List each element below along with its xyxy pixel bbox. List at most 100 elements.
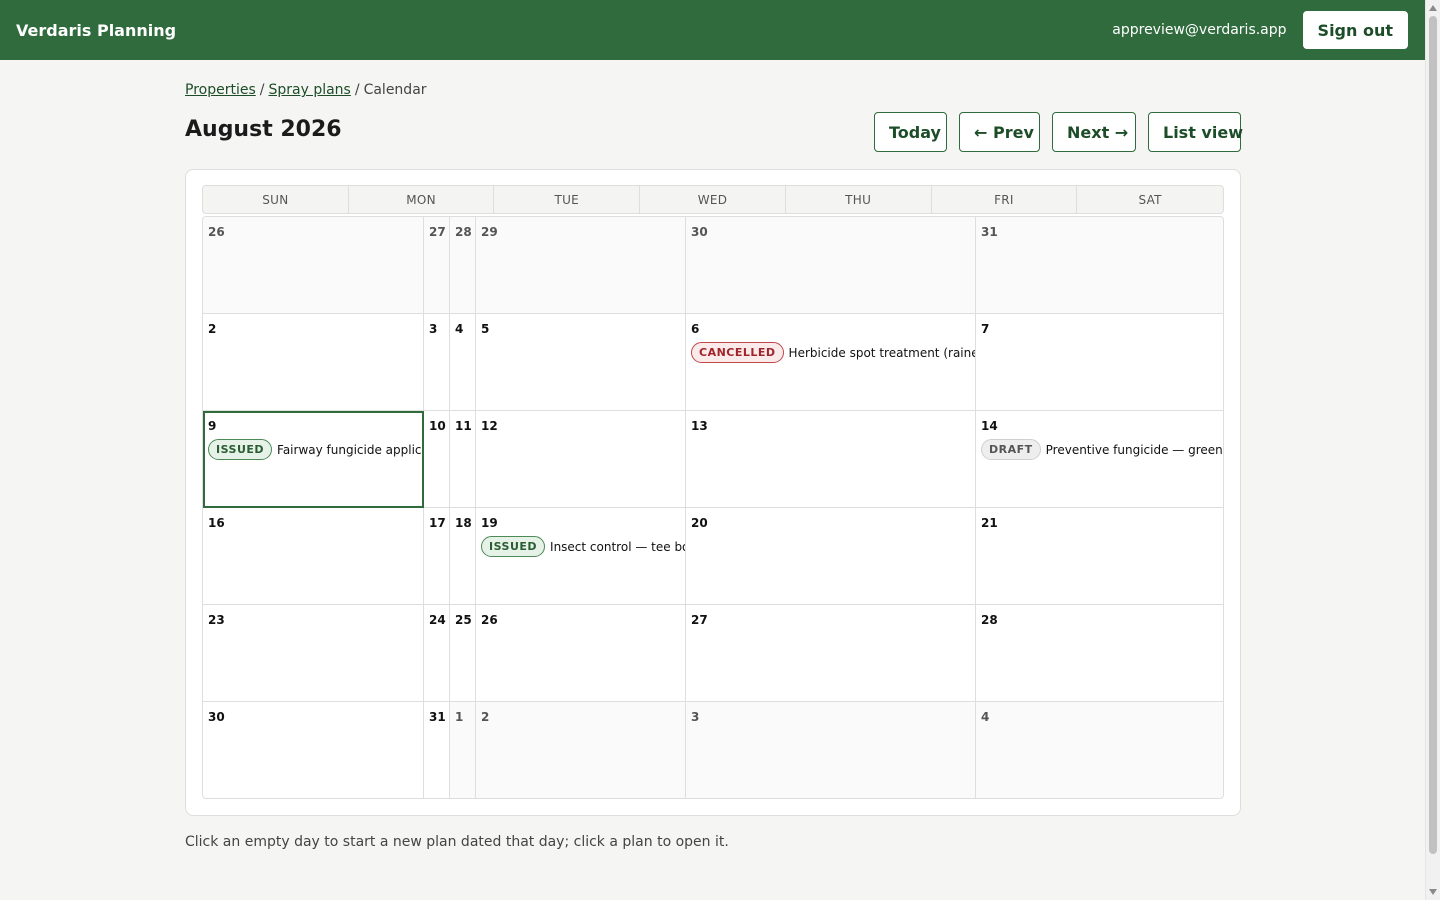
weekday-fri: FRI bbox=[932, 186, 1078, 213]
top-bar: Verdaris Planning appreview@verdaris.app… bbox=[0, 0, 1425, 60]
weekday-mon: MON bbox=[349, 186, 495, 213]
next-month-button[interactable]: Next → bbox=[1052, 112, 1136, 152]
calendar-day[interactable]: 4 bbox=[976, 702, 1223, 798]
day-number: 11 bbox=[455, 419, 472, 433]
calendar-day[interactable]: 30 bbox=[686, 217, 976, 314]
calendar-day[interactable]: 28 bbox=[976, 605, 1223, 702]
today-button[interactable]: Today bbox=[874, 112, 947, 152]
calendar-day[interactable]: 7 bbox=[976, 314, 1223, 411]
day-number: 19 bbox=[481, 516, 498, 530]
calendar-day[interactable]: 31 bbox=[424, 702, 450, 798]
sign-out-button[interactable]: Sign out bbox=[1302, 11, 1408, 49]
calendar-day[interactable]: 17 bbox=[424, 508, 450, 605]
plan-status-badge: ISSUED bbox=[208, 439, 273, 460]
day-number: 1 bbox=[455, 710, 464, 724]
calendar-day[interactable]: 11 bbox=[450, 411, 476, 508]
day-number: 24 bbox=[429, 613, 446, 627]
day-number: 3 bbox=[691, 710, 700, 724]
breadcrumb-properties-link[interactable]: Properties bbox=[185, 82, 256, 98]
calendar-day[interactable]: 14 DRAFT Preventive fungicide — greens pac… bbox=[976, 411, 1223, 508]
plan-title: Preventive fungicide — greens pack bbox=[1045, 442, 1223, 457]
user-email: appreview@verdaris.app bbox=[1112, 22, 1287, 38]
day-number: 26 bbox=[481, 613, 498, 627]
calendar-day[interactable]: 2 bbox=[203, 314, 424, 411]
calendar-day-today[interactable]: 9 ISSUED Fairway fungicide application bbox=[203, 411, 424, 508]
calendar-day[interactable]: 2 bbox=[476, 702, 686, 798]
day-number: 12 bbox=[481, 419, 498, 433]
calendar-day[interactable]: 29 bbox=[476, 217, 686, 314]
calendar-day[interactable]: 27 bbox=[686, 605, 976, 702]
plan-status-badge: CANCELLED bbox=[691, 342, 784, 363]
calendar-day[interactable]: 21 bbox=[976, 508, 1223, 605]
user-area: appreview@verdaris.app Sign out bbox=[1112, 11, 1408, 49]
plan-title: Fairway fungicide application bbox=[277, 442, 423, 457]
breadcrumb-separator: / bbox=[259, 82, 265, 98]
calendar-day[interactable]: 3 bbox=[686, 702, 976, 798]
calendar-day[interactable]: 26 bbox=[476, 605, 686, 702]
day-number: 21 bbox=[981, 516, 998, 530]
breadcrumb-current: Calendar bbox=[363, 82, 427, 98]
scroll-up-arrow-icon[interactable] bbox=[1429, 5, 1437, 11]
day-number: 18 bbox=[455, 516, 472, 530]
page-title: August 2026 bbox=[185, 117, 342, 142]
day-number: 28 bbox=[981, 613, 998, 627]
calendar-day[interactable]: 10 bbox=[424, 411, 450, 508]
calendar-day[interactable]: 30 bbox=[203, 702, 424, 798]
calendar-day[interactable]: 26 bbox=[203, 217, 424, 314]
page-scrollbar[interactable] bbox=[1425, 0, 1440, 900]
weekday-header: SUN MON TUE WED THU FRI SAT bbox=[202, 185, 1224, 214]
day-number: 27 bbox=[691, 613, 708, 627]
day-number: 27 bbox=[429, 225, 446, 239]
plan-title: Herbicide spot treatment (rained out) bbox=[788, 345, 975, 360]
day-number: 13 bbox=[691, 419, 708, 433]
plan-status-badge: ISSUED bbox=[481, 536, 546, 557]
day-number: 7 bbox=[981, 322, 990, 336]
breadcrumb-separator: / bbox=[354, 82, 360, 98]
prev-month-button[interactable]: ← Prev bbox=[959, 112, 1040, 152]
weekday-sat: SAT bbox=[1138, 192, 1162, 207]
calendar-day[interactable]: 5 bbox=[476, 314, 686, 411]
scroll-down-arrow-icon[interactable] bbox=[1429, 889, 1437, 895]
spray-plan-entry[interactable]: CANCELLED Herbicide spot treatment (raine… bbox=[691, 342, 975, 363]
calendar-day[interactable]: 1 bbox=[450, 702, 476, 798]
calendar-day[interactable]: 28 bbox=[450, 217, 476, 314]
day-number: 28 bbox=[455, 225, 472, 239]
breadcrumb-spray-plans-link[interactable]: Spray plans bbox=[268, 82, 350, 98]
calendar-day[interactable]: 13 bbox=[686, 411, 976, 508]
calendar-day[interactable]: 4 bbox=[450, 314, 476, 411]
day-number: 30 bbox=[208, 710, 225, 724]
calendar-day[interactable]: 23 bbox=[203, 605, 424, 702]
scroll-thumb[interactable] bbox=[1429, 16, 1437, 854]
spray-plan-entry[interactable]: DRAFT Preventive fungicide — greens pack bbox=[981, 439, 1223, 460]
spray-plan-entry[interactable]: ISSUED Insect control — tee boxes bbox=[481, 536, 685, 557]
day-number: 2 bbox=[208, 322, 217, 336]
day-number: 6 bbox=[691, 322, 700, 336]
day-number: 20 bbox=[691, 516, 708, 530]
app-brand[interactable]: Verdaris Planning bbox=[16, 21, 176, 40]
help-text: Click an empty day to start a new plan d… bbox=[185, 834, 729, 850]
weekday-wed: WED bbox=[640, 186, 786, 213]
calendar-day[interactable]: 24 bbox=[424, 605, 450, 702]
calendar-day[interactable]: 3 bbox=[424, 314, 450, 411]
calendar-day[interactable]: 12 bbox=[476, 411, 686, 508]
spray-plan-entry[interactable]: ISSUED Fairway fungicide application bbox=[208, 439, 423, 460]
calendar-day[interactable]: 31 bbox=[976, 217, 1223, 314]
plan-status-badge: DRAFT bbox=[981, 439, 1041, 460]
day-number: 29 bbox=[481, 225, 498, 239]
calendar-day[interactable]: 20 bbox=[686, 508, 976, 605]
calendar-day[interactable]: 18 bbox=[450, 508, 476, 605]
calendar-day[interactable]: 19 ISSUED Insect control — tee boxes bbox=[476, 508, 686, 605]
weekday-sun: SUN bbox=[203, 186, 349, 213]
calendar-day[interactable]: 16 bbox=[203, 508, 424, 605]
calendar-day[interactable]: 27 bbox=[424, 217, 450, 314]
calendar-day[interactable]: 6 CANCELLED Herbicide spot treatment (rain… bbox=[686, 314, 976, 411]
day-number: 14 bbox=[981, 419, 998, 433]
day-number: 4 bbox=[981, 710, 990, 724]
calendar-day[interactable]: 25 bbox=[450, 605, 476, 702]
day-number: 4 bbox=[455, 322, 464, 336]
day-number: 30 bbox=[691, 225, 708, 239]
day-number: 25 bbox=[455, 613, 472, 627]
breadcrumb: Properties / Spray plans / Calendar bbox=[185, 82, 427, 98]
day-number: 5 bbox=[481, 322, 490, 336]
list-view-button[interactable]: List view bbox=[1148, 112, 1243, 152]
